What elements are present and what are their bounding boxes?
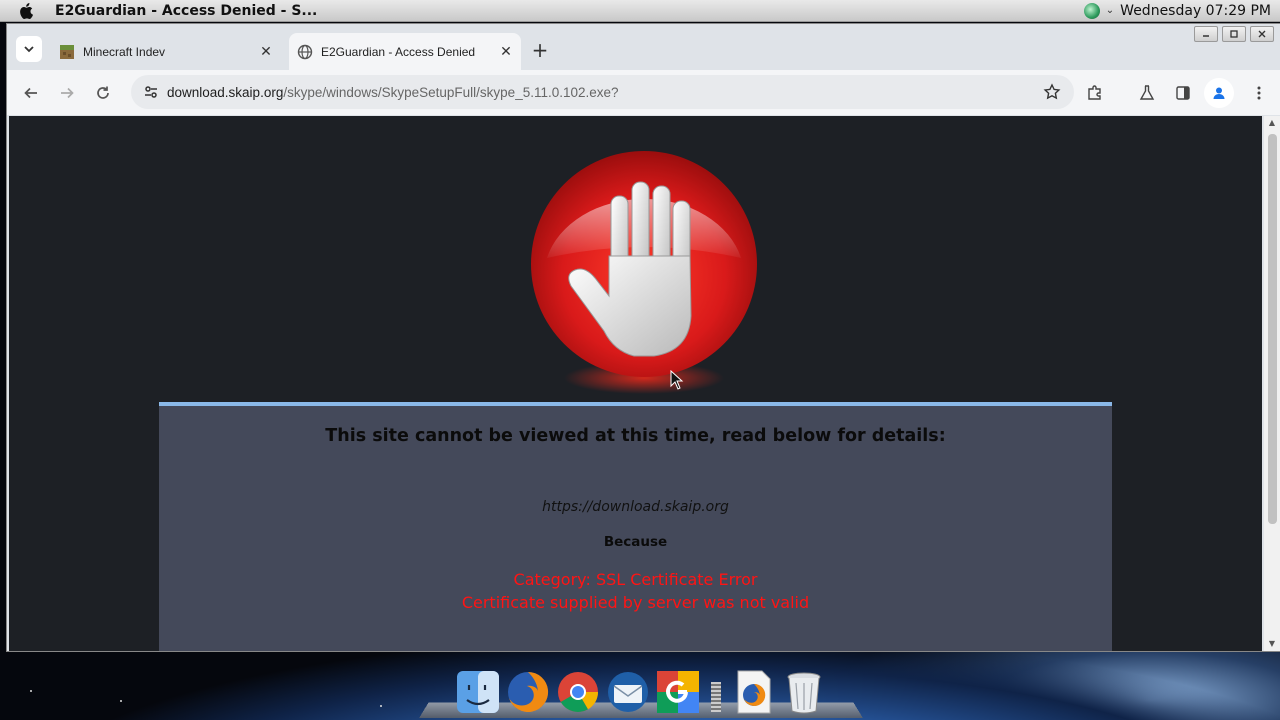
chrome-icon[interactable] xyxy=(554,668,602,716)
puzzle-icon xyxy=(1088,84,1101,100)
new-tab-button[interactable]: + xyxy=(528,38,552,62)
trash-icon[interactable] xyxy=(780,668,828,716)
finder-icon[interactable] xyxy=(454,668,502,716)
extensions-button[interactable] xyxy=(1080,78,1110,108)
reload-icon xyxy=(97,86,109,99)
arrow-left-icon xyxy=(24,87,37,98)
thunderbird-icon[interactable] xyxy=(604,668,652,716)
close-icon[interactable]: ✕ xyxy=(257,43,275,61)
menubar: E2Guardian - Access Denied - S... ⌄ Wedn… xyxy=(0,0,1280,22)
browser-toolbar: download.skaip.org/skype/windows/SkypeSe… xyxy=(7,70,1280,115)
tab-label: Minecraft Indev xyxy=(83,44,166,59)
minecraft-block-icon xyxy=(59,44,75,60)
globe-icon xyxy=(297,44,313,60)
firefox-icon[interactable] xyxy=(504,668,552,716)
window-controls xyxy=(1194,26,1274,42)
star xyxy=(380,705,382,707)
blocked-url: https://download.skaip.org xyxy=(542,499,729,515)
close-window-button[interactable] xyxy=(1250,26,1274,42)
tab-label: E2Guardian - Access Denied xyxy=(321,44,476,59)
denial-reason: Category: SSL Certificate Error Certific… xyxy=(159,568,1112,614)
side-panel-icon xyxy=(1176,85,1190,100)
denied-panel: This site cannot be viewed at this time,… xyxy=(159,402,1112,651)
side-panel-button[interactable] xyxy=(1168,78,1198,108)
firefox-doc-icon[interactable] xyxy=(730,668,778,716)
url-host: download.skaip.org xyxy=(167,84,284,100)
url-path: /skype/windows/SkypeSetupFull/skype_5.11… xyxy=(283,84,619,100)
person-icon xyxy=(1213,87,1225,99)
kebab-menu-icon xyxy=(1257,86,1261,99)
apple-icon[interactable] xyxy=(19,2,35,19)
star xyxy=(30,690,32,692)
active-window-title: E2Guardian - Access Denied - S... xyxy=(55,2,318,19)
close-icon[interactable]: ✕ xyxy=(497,43,515,61)
tab-strip: Minecraft Indev ✕ E2Guardian - Access De… xyxy=(7,24,1280,70)
dock xyxy=(419,660,863,720)
menu-button[interactable] xyxy=(1244,78,1274,108)
page-heading: This site cannot be viewed at this time,… xyxy=(325,426,946,446)
page-viewport: This site cannot be viewed at this time,… xyxy=(9,116,1262,651)
chevron-down-icon xyxy=(24,46,34,53)
scroll-down-arrow-icon[interactable]: ▼ xyxy=(1267,639,1277,649)
browser-window: Minecraft Indev ✕ E2Guardian - Access De… xyxy=(6,23,1280,652)
google-icon[interactable] xyxy=(654,668,702,716)
bookmark-star-icon[interactable] xyxy=(1042,82,1062,102)
reason-detail: Certificate supplied by server was not v… xyxy=(461,593,810,612)
maximize-button[interactable] xyxy=(1222,26,1246,42)
minimize-icon xyxy=(1203,35,1209,37)
stop-hand-icon xyxy=(531,151,757,394)
minimize-button[interactable] xyxy=(1194,26,1218,42)
network-status-icon[interactable] xyxy=(1083,2,1100,19)
scroll-up-arrow-icon[interactable]: ▲ xyxy=(1267,118,1277,128)
flask-icon xyxy=(1139,84,1155,100)
close-icon xyxy=(1258,30,1266,38)
arrow-right-icon xyxy=(61,87,74,98)
tab-e2guardian[interactable]: E2Guardian - Access Denied ✕ xyxy=(289,33,521,70)
star xyxy=(120,700,122,702)
chevron-down-icon[interactable]: ⌄ xyxy=(1106,5,1114,16)
reason-category: Category: SSL Certificate Error xyxy=(513,570,758,589)
toolbar-actions xyxy=(1080,70,1280,115)
because-label: Because xyxy=(603,534,668,550)
restore-icon xyxy=(1230,30,1238,38)
dock-separator xyxy=(711,682,721,712)
url-text[interactable]: download.skaip.org/skype/windows/SkypeSe… xyxy=(167,85,619,100)
labs-button[interactable] xyxy=(1132,78,1162,108)
scroll-thumb[interactable] xyxy=(1268,134,1277,524)
site-info-icon[interactable] xyxy=(139,80,163,104)
mouse-cursor-icon xyxy=(670,370,684,390)
tab-search-button[interactable] xyxy=(16,36,42,62)
back-button[interactable] xyxy=(16,78,46,108)
reload-button[interactable] xyxy=(88,78,118,108)
address-bar[interactable]: download.skaip.org/skype/windows/SkypeSe… xyxy=(131,75,1074,109)
forward-button[interactable] xyxy=(52,78,82,108)
vertical-scrollbar[interactable]: ▲ ▼ xyxy=(1264,116,1280,651)
clock[interactable]: Wednesday 07:29 PM xyxy=(1120,3,1271,19)
menubar-tray: ⌄ Wednesday 07:29 PM xyxy=(1083,2,1271,19)
profile-avatar[interactable] xyxy=(1204,77,1234,108)
tab-minecraft-indev[interactable]: Minecraft Indev ✕ xyxy=(51,33,281,70)
